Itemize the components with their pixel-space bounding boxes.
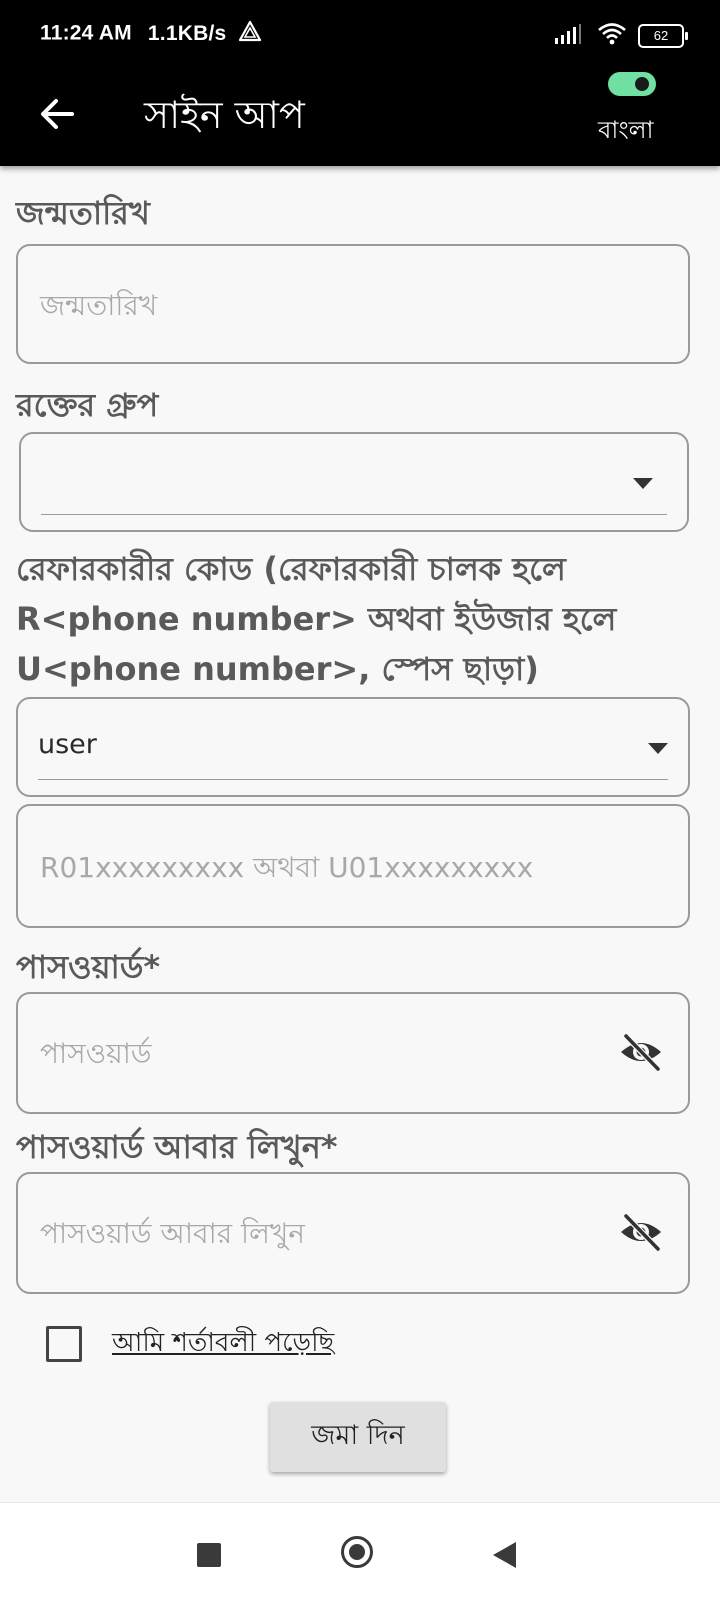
dob-label: জন্মতারিখ (16, 194, 150, 232)
chevron-down-icon (648, 743, 668, 754)
password-input[interactable]: পাসওয়ার্ড (16, 992, 690, 1114)
referral-code-placeholder: R01xxxxxxxxx অথবা U01xxxxxxxxx (40, 851, 534, 884)
status-bar: 11:24 AM 1.1KB/s 62 (0, 0, 720, 68)
terms-checkbox[interactable] (46, 1326, 82, 1362)
dob-placeholder: জন্মতারিখ (40, 289, 158, 322)
wifi-icon (597, 22, 627, 50)
blood-group-dropdown[interactable] (19, 432, 689, 532)
battery-icon: 62 (638, 24, 688, 48)
status-time: 11:24 AM (40, 21, 132, 45)
eye-off-icon[interactable] (618, 1032, 664, 1072)
confirm-password-placeholder: পাসওয়ার্ড আবার লিখুন (40, 1217, 305, 1250)
dob-field[interactable]: জন্মতারিখ (16, 244, 690, 364)
submit-button[interactable]: জমা দিন (270, 1402, 446, 1472)
recents-square-icon[interactable] (197, 1543, 221, 1567)
network-speed: 1.1KB/s (147, 21, 227, 45)
alert-triangle-icon (238, 20, 262, 48)
eye-off-icon[interactable] (618, 1212, 664, 1252)
referral-code-input[interactable]: R01xxxxxxxxx অথবা U01xxxxxxxxx (16, 804, 690, 928)
referral-type-value: user (38, 729, 97, 760)
password-placeholder: পাসওয়ার্ড (40, 1037, 152, 1070)
page-title: সাইন আপ (144, 93, 305, 137)
dropdown-underline (41, 514, 667, 515)
blood-group-label: রক্তের গ্রুপ (16, 386, 159, 424)
language-label: বাংলা (598, 116, 654, 144)
confirm-password-input[interactable]: পাসওয়ার্ড আবার লিখুন (16, 1172, 690, 1294)
arrow-left-icon (41, 99, 74, 129)
navigation-bar (0, 1502, 720, 1601)
chevron-down-icon (633, 478, 653, 489)
dropdown-underline (38, 779, 668, 780)
toggle-thumb (635, 77, 649, 91)
signal-icon (554, 23, 582, 49)
referral-type-dropdown[interactable]: user (16, 697, 690, 797)
language-toggle[interactable] (608, 72, 656, 96)
referral-label: রেফারকারীর কোড (রেফারকারী চালক হলে R<pho… (16, 550, 617, 688)
home-circle-icon[interactable] (341, 1536, 373, 1568)
back-button[interactable] (34, 90, 82, 138)
back-triangle-icon[interactable] (493, 1542, 516, 1568)
status-left: 11:24 AM 1.1KB/s (40, 20, 262, 48)
status-right: 62 (554, 22, 688, 50)
terms-link[interactable]: আমি শর্তাবলী পড়েছি (112, 1322, 334, 1366)
confirm-password-label: পাসওয়ার্ড আবার লিখুন* (16, 1128, 338, 1166)
password-label: পাসওয়ার্ড* (16, 948, 161, 986)
